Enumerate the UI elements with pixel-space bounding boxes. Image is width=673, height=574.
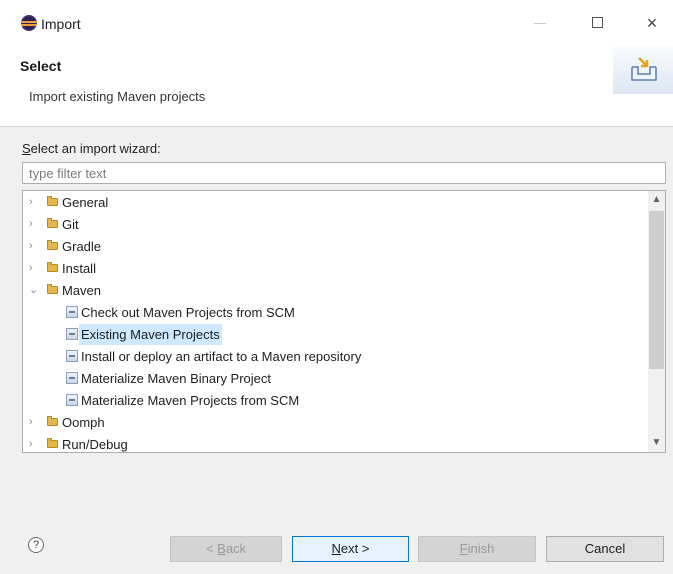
tree-item-label: Maven xyxy=(62,283,102,298)
maven-wizard-icon xyxy=(66,394,78,406)
folder-icon xyxy=(47,240,58,250)
wizard-tree: › General › Git › Gradle › Install ⌄ Maven Check o… xyxy=(22,190,666,453)
tree-wizard-item[interactable]: Check out Maven Projects from SCM xyxy=(23,302,643,323)
scroll-up-icon[interactable]: ▲ xyxy=(648,191,665,209)
close-button[interactable]: × xyxy=(632,10,672,36)
tree-folder-item[interactable]: › Gradle xyxy=(23,236,643,257)
tree-wizard-item[interactable]: Materialize Maven Binary Project xyxy=(23,368,643,389)
tree-wizard-item[interactable]: Materialize Maven Projects from SCM xyxy=(23,390,643,411)
tree-item-label: Install or deploy an artifact to a Maven… xyxy=(81,349,362,364)
tree-folder-item[interactable]: › Install xyxy=(23,258,643,279)
tree-item-label: Existing Maven Projects xyxy=(79,324,222,345)
folder-icon xyxy=(47,284,58,294)
scroll-down-icon[interactable]: ▼ xyxy=(648,434,665,452)
folder-icon xyxy=(47,416,58,426)
tree-folder-item[interactable]: ⌄ Maven xyxy=(23,280,643,301)
page-description: Import existing Maven projects xyxy=(29,89,206,104)
tree-item-label: Gradle xyxy=(62,239,102,254)
tree-item-label: Check out Maven Projects from SCM xyxy=(81,305,295,320)
chevron-right-icon[interactable]: › xyxy=(29,412,39,433)
chevron-right-icon[interactable]: › xyxy=(29,214,39,235)
chevron-right-icon[interactable]: › xyxy=(29,258,39,279)
title-bar: Import × xyxy=(0,0,673,46)
tree-item-label: Run/Debug xyxy=(62,437,128,452)
folder-icon xyxy=(47,262,58,272)
eclipse-icon xyxy=(21,15,37,31)
scroll-thumb[interactable] xyxy=(649,211,664,369)
folder-icon xyxy=(47,196,58,206)
chevron-right-icon[interactable]: › xyxy=(29,434,39,452)
minimize-button[interactable] xyxy=(520,10,560,36)
chevron-right-icon[interactable]: › xyxy=(29,192,39,213)
maximize-button[interactable] xyxy=(578,10,618,36)
button-bar: ? < Back Next > Finish Cancel xyxy=(0,509,673,574)
filter-input[interactable] xyxy=(22,162,666,184)
tree-folder-item[interactable]: › Oomph xyxy=(23,412,643,433)
wizard-header: Select Import existing Maven projects xyxy=(0,46,673,127)
vertical-scrollbar[interactable]: ▲ ▼ xyxy=(648,191,665,452)
wizard-content: Select an import wizard: › General › Git › Gr… xyxy=(0,127,673,509)
next-button[interactable]: Next > xyxy=(292,536,409,562)
maven-wizard-icon xyxy=(66,306,78,318)
import-wizard-label: Select an import wizard: xyxy=(22,141,161,156)
page-title: Select xyxy=(20,58,62,74)
tree-folder-item[interactable]: › General xyxy=(23,192,643,213)
wizard-banner xyxy=(613,46,673,94)
import-wizard-icon xyxy=(631,57,657,81)
maven-wizard-icon xyxy=(66,328,78,340)
tree-item-label: Git xyxy=(62,217,79,232)
back-button[interactable]: < Back xyxy=(170,536,282,562)
tree-item-label: Materialize Maven Binary Project xyxy=(81,371,272,386)
tree-item-label: General xyxy=(62,195,109,210)
maven-wizard-icon xyxy=(66,350,78,362)
tree-folder-item[interactable]: › Run/Debug xyxy=(23,434,643,452)
tree-item-label: Materialize Maven Projects from SCM xyxy=(81,393,300,408)
folder-icon xyxy=(47,218,58,228)
folder-icon xyxy=(47,438,58,448)
chevron-right-icon[interactable]: › xyxy=(29,236,39,257)
help-icon[interactable]: ? xyxy=(28,537,44,553)
maven-wizard-icon xyxy=(66,372,78,384)
tree-folder-item[interactable]: › Git xyxy=(23,214,643,235)
window-title: Import xyxy=(41,16,81,32)
tree-wizard-item[interactable]: Install or deploy an artifact to a Maven… xyxy=(23,346,643,367)
tree-item-label: Install xyxy=(62,261,96,276)
finish-button[interactable]: Finish xyxy=(418,536,536,562)
chevron-down-icon[interactable]: ⌄ xyxy=(29,280,39,301)
cancel-button[interactable]: Cancel xyxy=(546,536,664,562)
tree-wizard-item[interactable]: Existing Maven Projects xyxy=(23,324,643,345)
tree-item-label: Oomph xyxy=(62,415,105,430)
